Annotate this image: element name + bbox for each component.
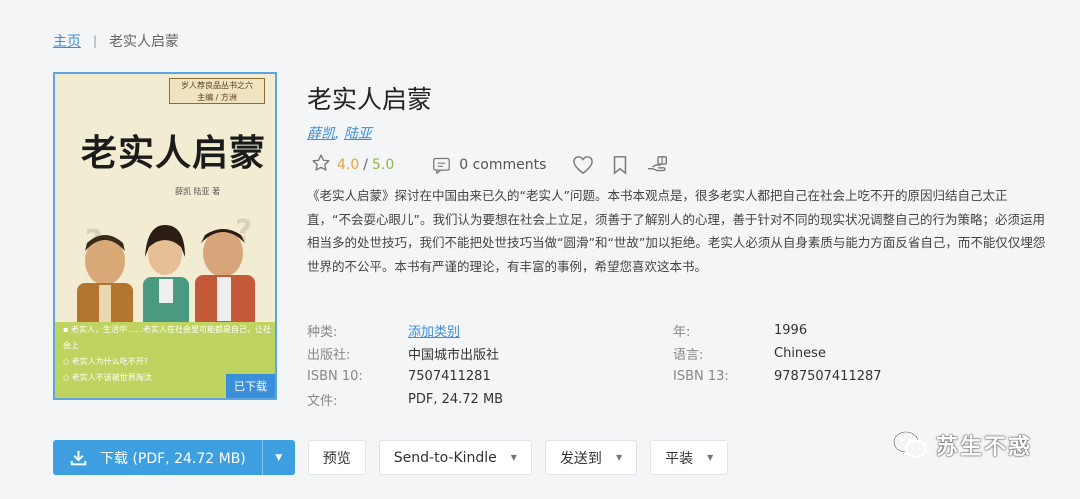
cover-band-line: ▪ 老实人，生活中……老实人在社会里可能都是自己，让社会上 (63, 325, 271, 350)
breadcrumb: 主页 | 老实人启蒙 (53, 31, 179, 51)
detail-key: 语言: (673, 348, 704, 363)
downloaded-badge: 已下载 (226, 374, 275, 398)
download-icon (70, 450, 87, 466)
author-link[interactable]: 陆亚 (344, 126, 372, 142)
cover-series-tag: 岁人荐良品丛书之六 主编 / 方洲 (169, 78, 265, 104)
cover-authors: 薛凯 陆亚 著 (175, 187, 221, 196)
detail-value: PDF, 24.72 MB (408, 392, 504, 407)
author-link[interactable]: 薛凯 (307, 126, 335, 142)
comment-icon (433, 157, 451, 174)
send-to-button[interactable]: 发送到 ▼ (544, 440, 638, 475)
details-left: 种类: 添加类别 出版社: 中国城市出版社 ISBN 10: 750741128… (307, 319, 503, 411)
download-button[interactable]: 下载 (PDF, 24.72 MB) (53, 440, 262, 475)
detail-row-file: 文件: PDF, 24.72 MB (307, 388, 503, 411)
detail-row-isbn10: ISBN 10: 7507411281 (307, 365, 503, 388)
book-title: 老实人启蒙 (307, 85, 433, 114)
send-to-kindle-label: Send-to-Kindle (393, 449, 497, 466)
download-options-dropdown[interactable]: ▼ (261, 440, 295, 475)
detail-key: ISBN 10: (307, 369, 363, 384)
detail-row-category: 种类: 添加类别 (307, 319, 503, 342)
add-category-link[interactable]: 添加类别 (408, 321, 460, 340)
book-cover[interactable]: 岁人荐良品丛书之六 主编 / 方洲 老实人启蒙 薛凯 陆亚 著 ? ? ▪ 老实… (53, 72, 277, 400)
detail-key: 年: (673, 325, 691, 340)
detail-key: 出版社: (307, 348, 351, 363)
rating-max: 5.0 (371, 157, 395, 173)
watermark-text: 苏生不惑 (936, 435, 1033, 460)
book-meta-row: 4.0 / 5.0 0 comments (311, 152, 670, 178)
binding-label: 平装 (665, 450, 694, 467)
detail-key: 文件: (307, 394, 338, 409)
detail-value: 9787507411287 (774, 369, 882, 384)
detail-key: ISBN 13: (673, 369, 729, 384)
detail-value: 1996 (774, 323, 808, 338)
cover-series-line2: 主编 / 方洲 (197, 93, 237, 102)
detail-value: 7507411281 (408, 369, 491, 384)
comments-count: 0 comments (459, 157, 547, 173)
cover-band-line: ◇ 老实人为什么吃不开? (63, 357, 148, 366)
detail-value: 中国城市出版社 (408, 348, 500, 363)
preview-button[interactable]: 预览 (307, 440, 366, 475)
bookmark-icon[interactable] (612, 155, 628, 175)
preview-label: 预览 (322, 450, 351, 467)
send-to-label: 发送到 (559, 450, 602, 467)
breadcrumb-separator: | (93, 34, 98, 48)
breadcrumb-current: 老实人启蒙 (109, 34, 180, 50)
watermark: 苏生不惑 (892, 429, 1032, 461)
breadcrumb-home-link[interactable]: 主页 (53, 31, 81, 51)
send-to-kindle-button[interactable]: Send-to-Kindle ▼ (378, 440, 532, 475)
donate-hand-icon[interactable] (646, 154, 670, 176)
details-right: 年: 1996 语言: Chinese ISBN 13: 97875074112… (673, 319, 882, 388)
rating-separator: / (363, 157, 368, 173)
detail-value: Chinese (774, 346, 826, 361)
detail-row-isbn13: ISBN 13: 9787507411287 (673, 365, 882, 388)
action-bar: 下载 (PDF, 24.72 MB) ▼ 预览 Send-to-Kindle ▼… (53, 440, 729, 475)
caret-down-icon: ▼ (707, 453, 714, 462)
author-separator: , (335, 126, 344, 142)
caret-down-icon: ▼ (275, 452, 283, 463)
detail-key: 种类: (307, 325, 338, 340)
detail-row-publisher: 出版社: 中国城市出版社 (307, 342, 503, 365)
book-authors: 薛凯, 陆亚 (307, 123, 372, 143)
binding-button[interactable]: 平装 ▼ (650, 440, 729, 475)
cover-title: 老实人启蒙 (81, 132, 267, 174)
star-icon[interactable] (311, 153, 331, 177)
book-description: 《老实人启蒙》探讨在中国由来已久的“老实人”问题。本书本观点是，很多老实人都把自… (307, 188, 1046, 274)
rating-value: 4.0 (337, 157, 360, 173)
caret-down-icon: ▼ (615, 453, 623, 462)
wechat-icon (892, 430, 928, 459)
detail-row-language: 语言: Chinese (673, 342, 882, 365)
comments-link[interactable]: 0 comments (432, 157, 546, 174)
heart-icon[interactable] (572, 155, 594, 175)
caret-down-icon: ▼ (510, 453, 517, 462)
detail-row-year: 年: 1996 (673, 319, 882, 342)
cover-series-line1: 岁人荐良品丛书之六 (181, 81, 253, 90)
download-label: 下载 (PDF, 24.72 MB) (100, 450, 246, 467)
